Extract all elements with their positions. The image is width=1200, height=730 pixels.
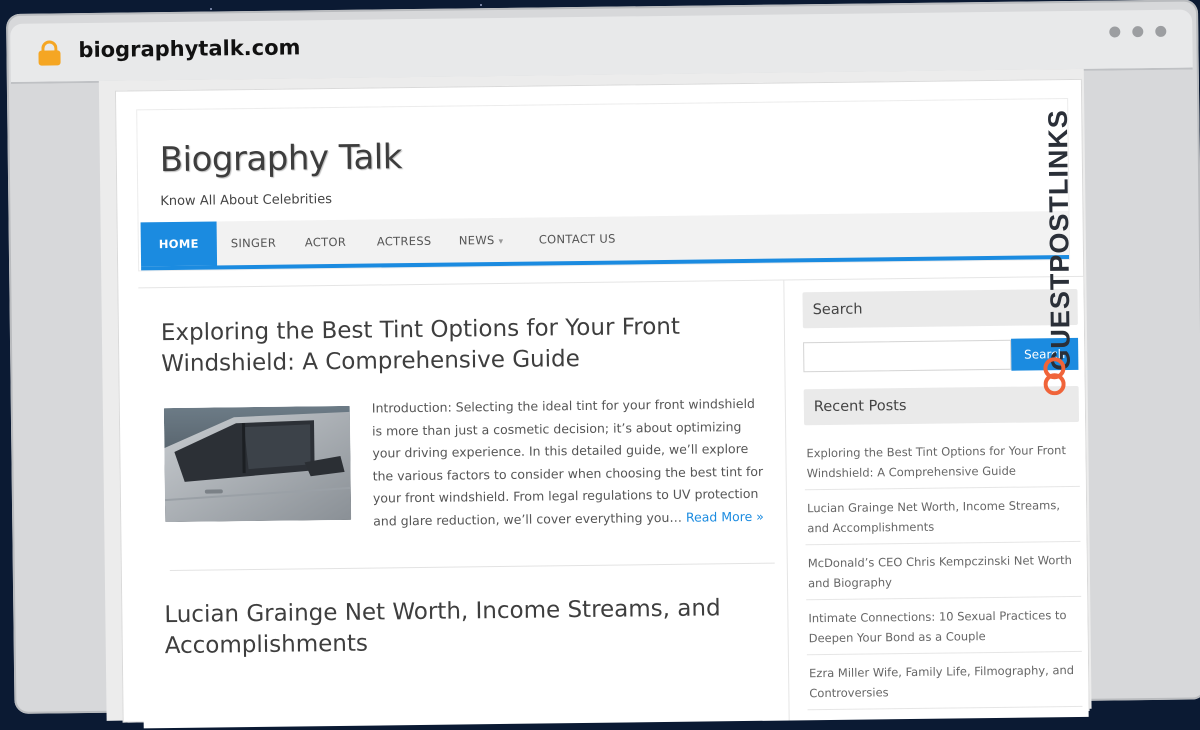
window-dot-icon[interactable] — [1155, 25, 1167, 37]
nav-item-actor[interactable]: ACTOR — [305, 220, 347, 265]
brand-text: GUESTPOSTLINKS — [1042, 108, 1076, 371]
post-divider — [169, 562, 775, 572]
site-tagline: Know All About Celebrities — [160, 192, 333, 210]
page-viewport: Biography Talk Know All About Celebritie… — [98, 68, 1092, 729]
post-list: Exploring the Best Tint Options for Your… — [138, 280, 790, 729]
post-title[interactable]: Exploring the Best Tint Options for Your… — [161, 311, 772, 380]
chain-link-logo-icon — [1043, 357, 1066, 396]
guestpostlinks-branding: GUESTPOSTLINKS — [1028, 109, 1092, 410]
window-dot-icon[interactable] — [1109, 26, 1121, 38]
nav-item-news[interactable]: NEWS ▾ — [459, 218, 504, 263]
content-area: Exploring the Best Tint Options for Your… — [138, 275, 1089, 729]
web-page: Biography Talk Know All About Celebritie… — [114, 78, 1090, 729]
recent-post-link[interactable]: Ezra Miller Wife, Family Life, Filmograp… — [806, 651, 1083, 711]
nav-item-actress[interactable]: ACTRESS — [377, 219, 432, 264]
main-navigation: HOME SINGER ACTOR ACTRESS NEWS ▾ CONTACT … — [140, 211, 1070, 271]
lock-icon — [38, 40, 61, 66]
nav-item-contact-us[interactable]: CONTACT US — [539, 217, 616, 262]
post-item: Lucian Grainge Net Worth, Income Streams… — [164, 593, 775, 662]
post-item: Exploring the Best Tint Options for Your… — [161, 311, 772, 528]
site-title[interactable]: Biography Talk — [160, 137, 403, 180]
search-input[interactable] — [803, 339, 1012, 373]
url-text[interactable]: biographytalk.com — [78, 35, 300, 62]
post-title[interactable]: Lucian Grainge Net Worth, Income Streams… — [164, 593, 775, 662]
window-controls — [1109, 25, 1167, 38]
browser-window: biographytalk.com Biography Talk Know Al… — [6, 0, 1200, 729]
recent-post-link[interactable]: McDonald’s CEO Chris Kempczinski Net Wor… — [805, 541, 1082, 601]
post-thumbnail-image[interactable] — [163, 405, 352, 523]
recent-posts-list: Exploring the Best Tint Options for Your… — [804, 431, 1083, 711]
window-dot-icon[interactable] — [1132, 26, 1144, 38]
recent-post-link[interactable]: Exploring the Best Tint Options for Your… — [804, 431, 1080, 491]
site-header: Biography Talk Know All About Celebritie… — [136, 98, 1071, 272]
recent-post-link[interactable]: Lucian Grainge Net Worth, Income Streams… — [804, 486, 1081, 546]
recent-post-link[interactable]: Intimate Connections: 10 Sexual Practice… — [806, 596, 1082, 656]
chevron-down-icon: ▾ — [498, 236, 504, 247]
nav-item-singer[interactable]: SINGER — [231, 221, 277, 266]
post-excerpt: Introduction: Selecting the ideal tint f… — [372, 393, 769, 533]
nav-item-home[interactable]: HOME — [140, 221, 217, 267]
read-more-link[interactable]: Read More » — [686, 508, 764, 524]
